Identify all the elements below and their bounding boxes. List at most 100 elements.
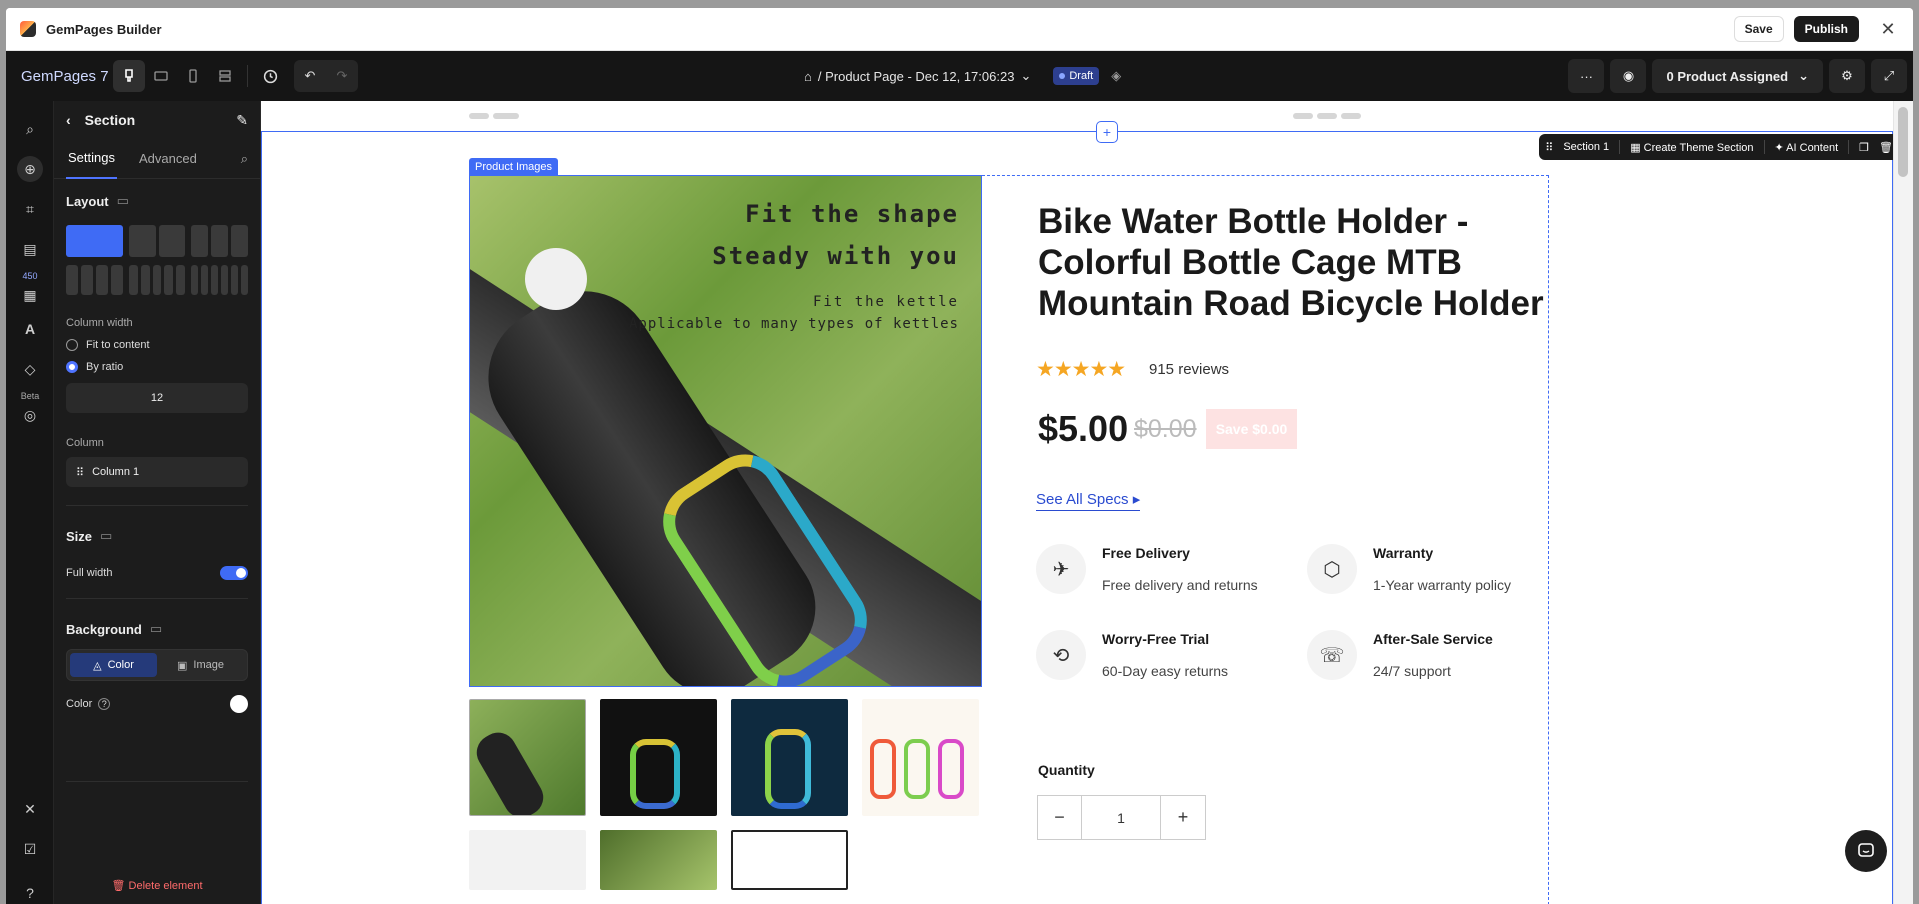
templates-icon[interactable]: 450 ▦: [6, 269, 54, 309]
header-placeholder: [1341, 113, 1361, 119]
more-icon[interactable]: ···: [1568, 59, 1605, 93]
product-thumbnail[interactable]: [469, 830, 586, 890]
fullscreen-icon[interactable]: ⤢: [1871, 59, 1907, 93]
tablet-view-icon[interactable]: [145, 60, 177, 92]
section-name[interactable]: Section 1: [1563, 141, 1609, 153]
bg-image-tab[interactable]: ▣ Image: [157, 653, 244, 677]
product-images-label[interactable]: Product Images: [469, 158, 559, 176]
back-chevron-icon[interactable]: ‹: [66, 112, 71, 128]
review-count[interactable]: 915 reviews: [1149, 361, 1229, 378]
layout-title: Layout: [66, 193, 109, 209]
box-icon: ⬡: [1307, 544, 1357, 594]
save-badge: Save $0.00: [1206, 409, 1297, 449]
section-toolbar: ⠿ Section 1 ▦ Create Theme Section ✦ AI …: [1539, 134, 1899, 160]
drag-handle-icon[interactable]: ⠿: [1545, 141, 1553, 154]
product-thumbnail[interactable]: [469, 699, 586, 816]
color-label: Color: [66, 698, 93, 710]
product-thumbnail[interactable]: [600, 830, 717, 890]
add-element-icon[interactable]: ⊕: [6, 149, 54, 189]
radio-fit-to-content[interactable]: Fit to content: [66, 339, 248, 351]
return-box-icon: ⟲: [1036, 630, 1086, 680]
undo-icon[interactable]: ↶: [294, 60, 326, 92]
add-section-button[interactable]: +: [1096, 121, 1118, 143]
airplane-icon: ✈: [1036, 544, 1086, 594]
checklist-icon[interactable]: ☑: [6, 829, 54, 869]
create-theme-section-button[interactable]: ▦ Create Theme Section: [1630, 141, 1753, 154]
drag-handle-icon[interactable]: ⠿: [76, 466, 84, 479]
ai-icon[interactable]: A: [6, 309, 54, 349]
see-all-specs-link[interactable]: See All Specs ▸: [1036, 490, 1141, 511]
mobile-view-icon[interactable]: [177, 60, 209, 92]
delete-element-button[interactable]: 🗑 Delete element: [54, 879, 260, 892]
quantity-label: Quantity: [1038, 762, 1095, 778]
plus-icon[interactable]: +: [1161, 796, 1205, 839]
ai-content-button[interactable]: ✦ AI Content: [1775, 141, 1839, 154]
product-thumbnail[interactable]: [600, 699, 717, 816]
layout-2-col[interactable]: [128, 225, 186, 257]
color-swatch[interactable]: [230, 695, 248, 713]
chat-icon[interactable]: [1845, 830, 1887, 872]
full-width-toggle[interactable]: [220, 566, 248, 580]
redo-icon[interactable]: ↷: [326, 60, 358, 92]
panel-title: Section: [84, 112, 136, 128]
sections-icon[interactable]: ⌗: [6, 189, 54, 229]
desktop-view-icon[interactable]: [113, 60, 145, 92]
search-icon[interactable]: ⌕: [6, 109, 54, 149]
page-canvas: + ⠿ Section 1 ▦ Create Theme Section ✦ A…: [261, 101, 1913, 904]
product-title[interactable]: Bike Water Bottle Holder - Colorful Bott…: [1038, 201, 1558, 324]
tab-settings[interactable]: Settings: [66, 139, 117, 179]
edit-pencil-icon[interactable]: ✎: [236, 112, 248, 129]
close-icon[interactable]: ✕: [1877, 19, 1899, 40]
quantity-input[interactable]: 1: [1082, 796, 1161, 839]
beta-feature-icon[interactable]: Beta ◎: [6, 389, 54, 429]
product-thumbnail[interactable]: [731, 830, 848, 890]
layout-1-col[interactable]: [66, 225, 123, 257]
page-selector[interactable]: ⌂ / Product Page - Dec 12, 17:06:23 ⌄ Dr…: [804, 67, 1121, 85]
settings-gear-icon[interactable]: ⚙: [1829, 59, 1865, 93]
duplicate-icon[interactable]: ❐: [1859, 141, 1869, 154]
pages-icon[interactable]: ▤: [6, 229, 54, 269]
integrations-icon[interactable]: ✕: [6, 789, 54, 829]
ratio-input[interactable]: 12: [66, 383, 248, 413]
compare-price: $0.00: [1134, 415, 1197, 443]
product-thumbnail[interactable]: [731, 699, 848, 816]
chevron-down-icon: ⌄: [1798, 68, 1809, 83]
size-title: Size: [66, 528, 93, 544]
minus-icon[interactable]: −: [1038, 796, 1082, 839]
header-placeholder: [493, 113, 519, 119]
trash-icon: 🗑: [111, 880, 126, 892]
background-title: Background: [66, 621, 142, 637]
product-assign-dropdown[interactable]: 0 Product Assigned ⌄: [1652, 59, 1823, 93]
trash-icon[interactable]: 🗑: [1879, 141, 1893, 154]
publish-button[interactable]: Publish: [1793, 16, 1859, 42]
save-button[interactable]: Save: [1733, 16, 1784, 42]
radio-by-ratio[interactable]: By ratio: [66, 361, 248, 373]
ai-icon[interactable]: ◈: [1111, 68, 1121, 84]
product-thumbnail[interactable]: [862, 830, 979, 890]
column-label: Column: [66, 437, 104, 449]
product-thumbnail[interactable]: [862, 699, 979, 816]
layout-5-col[interactable]: [128, 265, 186, 295]
preview-eye-icon[interactable]: ◉: [1610, 59, 1647, 93]
scrollbar[interactable]: [1893, 101, 1913, 904]
product-main-image[interactable]: Fit the shape Steady with you Fit the ke…: [469, 175, 982, 687]
feature-item: ☏ After-Sale Service 24/7 support: [1307, 630, 1493, 680]
full-width-label: Full width: [66, 567, 113, 579]
device-icon: ▭: [116, 193, 129, 208]
quantity-stepper: − 1 +: [1037, 795, 1206, 840]
help-icon[interactable]: ?: [6, 873, 54, 904]
tab-advanced[interactable]: Advanced: [137, 139, 199, 179]
search-icon[interactable]: ⌕: [241, 151, 248, 167]
layout-3-col[interactable]: [191, 225, 249, 257]
column-item[interactable]: ⠿ Column 1: [66, 457, 248, 487]
tag-icon: ⌂: [804, 68, 812, 84]
history-icon[interactable]: [254, 60, 286, 92]
header-placeholder: [469, 113, 489, 119]
play-arrow-icon: ▸: [1132, 491, 1141, 508]
bg-color-tab[interactable]: ◬ Color: [70, 653, 157, 677]
layers-icon[interactable]: ◇: [6, 349, 54, 389]
app-window: GemPages Builder Save Publish ✕ GemPages…: [6, 8, 1913, 904]
layout-6-col[interactable]: [191, 265, 249, 295]
layout-4-col[interactable]: [66, 265, 123, 295]
layers-view-icon[interactable]: [209, 60, 241, 92]
